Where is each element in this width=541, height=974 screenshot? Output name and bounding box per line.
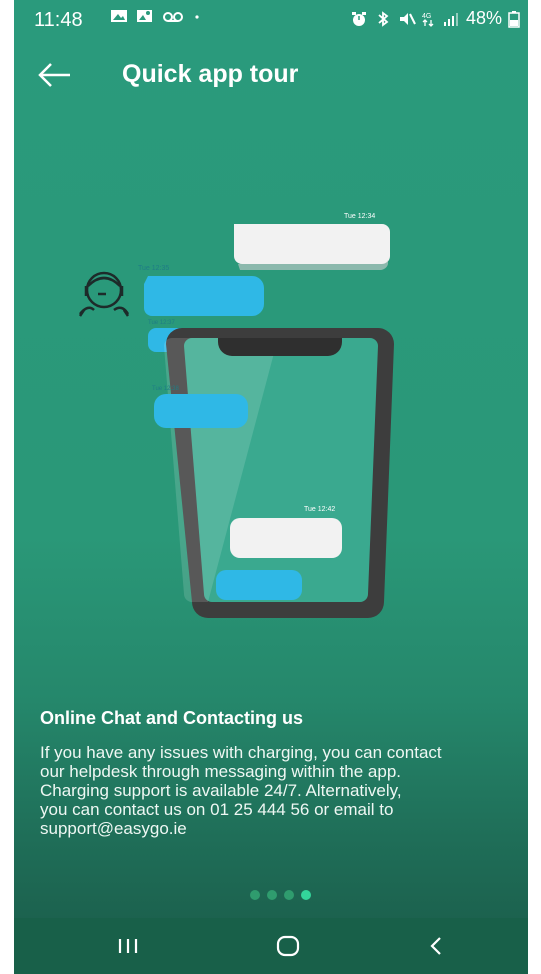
chat-timestamp: Tue 12:35 — [138, 265, 169, 272]
app-screen: 11:48 4G 48% Quick app tour Tue 12:34 Tu… — [14, 0, 528, 974]
page-dot[interactable] — [284, 890, 294, 900]
more-notifications-dot-icon — [195, 15, 199, 19]
signal-strength-icon — [443, 12, 458, 26]
chat-bubble-blue-1 — [144, 276, 264, 316]
back-nav-icon[interactable] — [416, 930, 456, 962]
notification-icons — [110, 8, 202, 24]
chat-timestamp: Tue 12:37 — [148, 320, 175, 326]
alarm-icon — [351, 11, 366, 26]
chat-bubble-blue-3 — [154, 394, 248, 428]
bluetooth-icon — [378, 10, 389, 27]
page-dot[interactable] — [250, 890, 260, 900]
photo-notification-icon — [137, 10, 152, 22]
description-line: you can contact us on 01 25 444 56 or em… — [40, 800, 394, 819]
status-bar: 11:48 4G 48% — [14, 0, 528, 40]
page-indicator — [250, 890, 311, 900]
chat-timestamp: Tue 12:34 — [344, 213, 375, 220]
chat-bubble-blue-4 — [216, 570, 302, 600]
data-arrows-icon: 4G — [422, 13, 434, 27]
chat-illustration: Tue 12:34 Tue 12:35 Tue 12:37 Tue 12:38 — [78, 213, 394, 618]
page-dot[interactable] — [301, 890, 311, 900]
description-line: our helpdesk through messaging within th… — [40, 762, 402, 781]
chat-timestamp: Tue 12:38 — [152, 386, 179, 392]
app-bar: Quick app tour — [14, 40, 528, 110]
description-line: Charging support is available 24/7. Alte… — [40, 781, 402, 800]
voicemail-icon — [163, 12, 183, 22]
back-arrow-icon[interactable] — [34, 60, 74, 90]
svg-text:4G: 4G — [422, 13, 431, 20]
support-agent-icon — [78, 271, 130, 317]
gallery-notification-icon — [111, 10, 127, 22]
chat-timestamp: Tue 12:42 — [304, 506, 335, 513]
system-nav-bar — [14, 918, 528, 974]
page-title: Quick app tour — [122, 60, 299, 88]
tour-heading: Online Chat and Contacting us — [40, 708, 304, 728]
description-line: support@easygo.ie — [40, 819, 187, 838]
tour-content: Online Chat and Contacting us If you hav… — [40, 708, 520, 838]
battery-percent: 48% — [465, 8, 502, 28]
status-time: 11:48 — [34, 9, 83, 31]
chat-bubble-white-top — [234, 224, 390, 264]
system-icons: 4G 48% — [350, 8, 520, 29]
page-dot[interactable] — [267, 890, 277, 900]
mute-icon — [399, 12, 416, 25]
home-icon[interactable] — [268, 930, 308, 962]
description-line: If you have any issues with charging, yo… — [40, 743, 442, 762]
battery-icon — [508, 10, 520, 28]
chat-bubble-white-bottom — [230, 518, 342, 558]
recent-apps-icon[interactable] — [108, 930, 148, 962]
tour-description: If you have any issues with charging, yo… — [40, 743, 520, 838]
